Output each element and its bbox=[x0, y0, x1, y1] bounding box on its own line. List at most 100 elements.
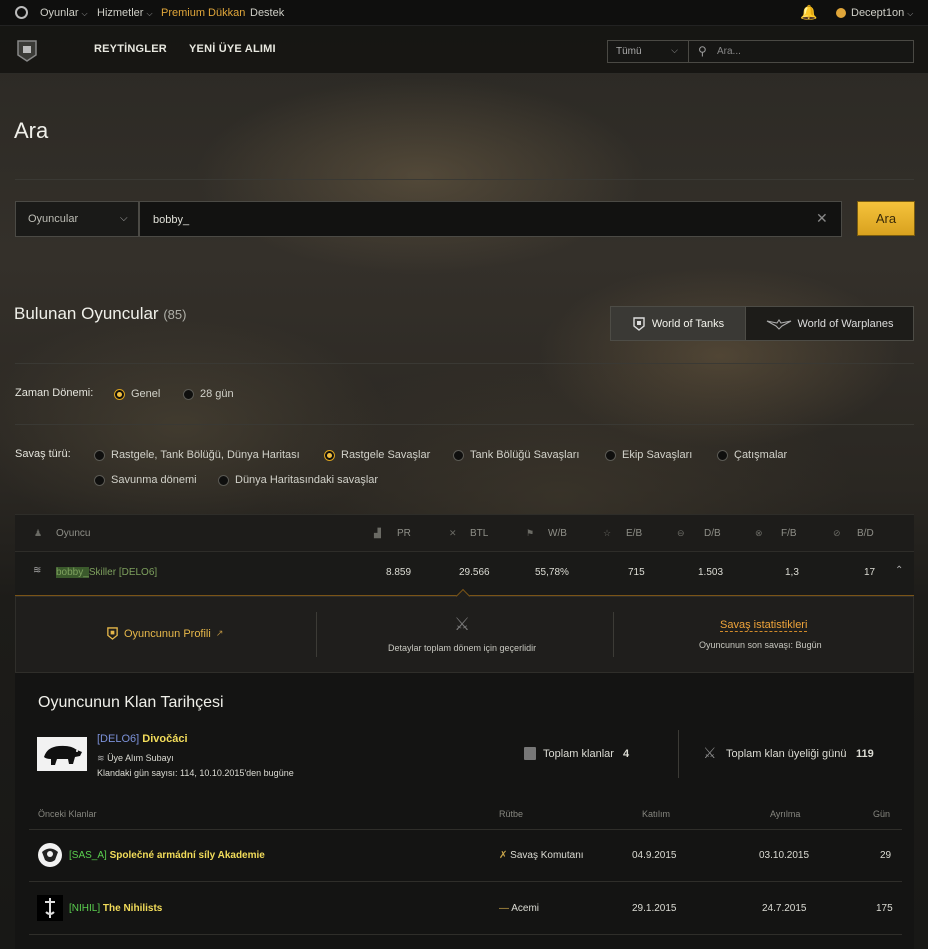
prev-clan-days: 175 bbox=[876, 903, 893, 914]
search-button[interactable]: Ara bbox=[857, 201, 915, 236]
radio-icon bbox=[183, 388, 194, 400]
days-in-clan: Klandaki gün sayısı: 114, 10.10.2015'den… bbox=[97, 768, 294, 778]
divider bbox=[15, 179, 914, 180]
battle-option-global-map[interactable]: Dünya Haritasındaki savaşlar bbox=[218, 474, 378, 486]
divider bbox=[613, 612, 614, 657]
external-link-icon: ↗ bbox=[215, 628, 224, 638]
table-header bbox=[15, 514, 914, 552]
total-days-value: 119 bbox=[856, 748, 874, 760]
battle-stats-link[interactable]: Savaş istatistikleri bbox=[720, 619, 808, 632]
prev-clan-rank: ✗ Savaş Komutanı bbox=[499, 850, 584, 861]
player-name[interactable]: bobby_Skiller [DELO6] bbox=[56, 567, 157, 578]
radio-selected-icon bbox=[114, 388, 125, 400]
current-clan-name: Divočáci bbox=[142, 733, 188, 745]
menu-premium[interactable]: Premium Dükkan bbox=[161, 7, 245, 19]
nav-recruiting[interactable]: YENİ ÜYE ALIMI bbox=[189, 43, 276, 55]
divider bbox=[29, 881, 902, 882]
top-bar: Oyunlar ⌵ Hizmetler ⌵ Premium Dükkan Deste… bbox=[0, 0, 928, 26]
clear-icon[interactable]: ✕ bbox=[816, 210, 828, 227]
tab-world-of-warplanes[interactable]: World of Warplanes bbox=[745, 306, 914, 341]
radio-icon bbox=[94, 474, 105, 486]
col-bd[interactable]: B/D bbox=[857, 528, 874, 539]
user-menu[interactable]: Decept1on ⌵ bbox=[851, 7, 913, 19]
header-search-placeholder: Ara... bbox=[717, 46, 741, 57]
pr-bars-icon: ▟ bbox=[374, 528, 381, 538]
wg-logo-icon[interactable] bbox=[15, 6, 28, 19]
battle-option-label: Savunma dönemi bbox=[111, 474, 197, 486]
battle-option-company[interactable]: Tank Bölüğü Savaşları bbox=[453, 449, 579, 461]
prev-clan-joined: 04.9.2015 bbox=[632, 850, 677, 861]
battle-option-team[interactable]: Ekip Savaşları bbox=[605, 449, 692, 461]
col-btl[interactable]: BTL bbox=[470, 528, 488, 539]
col-eb[interactable]: E/B bbox=[626, 528, 642, 539]
clan-history-title: Oyuncunun Klan Tarihçesi bbox=[38, 694, 224, 711]
battle-option-all[interactable]: Rastgele, Tank Bölüğü, Dünya Haritası bbox=[94, 449, 300, 461]
crossed-swords-icon: ⚔ bbox=[454, 614, 471, 634]
menu-support[interactable]: Destek bbox=[250, 7, 284, 19]
cell-eb: 715 bbox=[628, 567, 645, 578]
header-search-input[interactable]: ⚲ Ara... bbox=[688, 40, 914, 63]
menu-services[interactable]: Hizmetler ⌵ bbox=[97, 7, 153, 19]
current-clan[interactable]: [DELO6] Divočáci bbox=[97, 733, 188, 745]
prev-clan-joined: 29.1.2015 bbox=[632, 903, 677, 914]
col-db[interactable]: D/B bbox=[704, 528, 721, 539]
prev-clan-tag: [NIHIL] bbox=[69, 903, 101, 914]
battle-option-defense[interactable]: Savunma dönemi bbox=[94, 474, 197, 486]
col-pr[interactable]: PR bbox=[397, 528, 411, 539]
period-option-general[interactable]: Genel bbox=[114, 388, 160, 400]
profile-link[interactable]: Oyuncunun Profili ↗ bbox=[106, 627, 223, 640]
clan-emblem-boar-icon[interactable] bbox=[37, 737, 87, 771]
battle-option-random[interactable]: Rastgele Savaşlar bbox=[324, 449, 430, 461]
header-filter-select[interactable]: Tümü ⌵ bbox=[607, 40, 689, 63]
prev-clan-rank-label: Savaş Komutanı bbox=[510, 850, 584, 861]
col-previous-clans: Önceki Klanlar bbox=[38, 809, 97, 819]
tab-world-of-warplanes-label: World of Warplanes bbox=[797, 317, 894, 330]
radio-icon bbox=[453, 449, 464, 461]
divider bbox=[316, 612, 317, 657]
radio-icon bbox=[605, 449, 616, 461]
col-days: Gün bbox=[873, 809, 891, 819]
page-title: Ara bbox=[14, 118, 49, 143]
prev-clan[interactable]: [NIHIL] The Nihilists bbox=[69, 903, 162, 914]
menu-games[interactable]: Oyunlar ⌵ bbox=[40, 7, 88, 19]
search-input[interactable]: bobby_ bbox=[139, 201, 842, 237]
divider bbox=[15, 424, 914, 425]
period-label: Zaman Dönemi: bbox=[15, 387, 94, 399]
crossed-swords-icon: ✕ bbox=[449, 528, 457, 538]
rank-chevron-icon: ≋ bbox=[97, 753, 105, 763]
period-option-label: Genel bbox=[131, 388, 161, 400]
col-player[interactable]: Oyuncu bbox=[56, 528, 90, 539]
header-filter-value: Tümü bbox=[616, 46, 642, 57]
wot-logo-icon[interactable] bbox=[15, 39, 39, 63]
battle-option-label: Dünya Haritasındaki savaşlar bbox=[235, 474, 379, 486]
period-option-28days[interactable]: 28 gün bbox=[183, 388, 234, 400]
clan-emblem-sas-icon[interactable] bbox=[37, 842, 63, 868]
battle-option-label: Ekip Savaşları bbox=[622, 449, 693, 461]
chevron-up-icon[interactable]: ⌃ bbox=[895, 565, 903, 576]
nav-ratings[interactable]: REYTİNGLER bbox=[94, 43, 167, 55]
battle-option-skirmish[interactable]: Çatışmalar bbox=[717, 449, 787, 461]
bell-icon[interactable]: 🔔 bbox=[800, 4, 817, 21]
cell-db: 1.503 bbox=[698, 567, 724, 578]
prev-clan-days: 29 bbox=[880, 850, 892, 861]
cell-bd: 17 bbox=[864, 567, 876, 578]
radio-icon bbox=[717, 449, 728, 461]
results-title: Bulunan Oyuncular (85) bbox=[14, 304, 186, 324]
user-name: Decept1on bbox=[851, 7, 905, 19]
wowp-wings-icon bbox=[766, 318, 791, 330]
prev-clan[interactable]: [SAS_A] Společné armádní síly Akademie bbox=[69, 850, 265, 861]
col-fb[interactable]: F/B bbox=[781, 528, 797, 539]
chevron-down-icon: ⌵ bbox=[81, 9, 88, 18]
search-category-select[interactable]: Oyuncular ⌵ bbox=[15, 201, 139, 237]
radio-selected-icon bbox=[324, 449, 335, 461]
clan-emblem-nihil-icon[interactable] bbox=[37, 895, 63, 921]
chevron-down-icon: ⌵ bbox=[907, 9, 914, 18]
col-wb[interactable]: W/B bbox=[548, 528, 567, 539]
players-icon: ♟ bbox=[34, 528, 43, 538]
chevron-down-icon: ⌵ bbox=[120, 213, 128, 224]
crossed-swords-icon: ⚔ bbox=[703, 745, 717, 762]
prev-clan-tag: [SAS_A] bbox=[69, 850, 107, 861]
search-input-value: bobby_ bbox=[153, 214, 190, 226]
star-icon: ☆ bbox=[603, 528, 612, 538]
tab-world-of-tanks[interactable]: World of Tanks bbox=[610, 306, 746, 341]
